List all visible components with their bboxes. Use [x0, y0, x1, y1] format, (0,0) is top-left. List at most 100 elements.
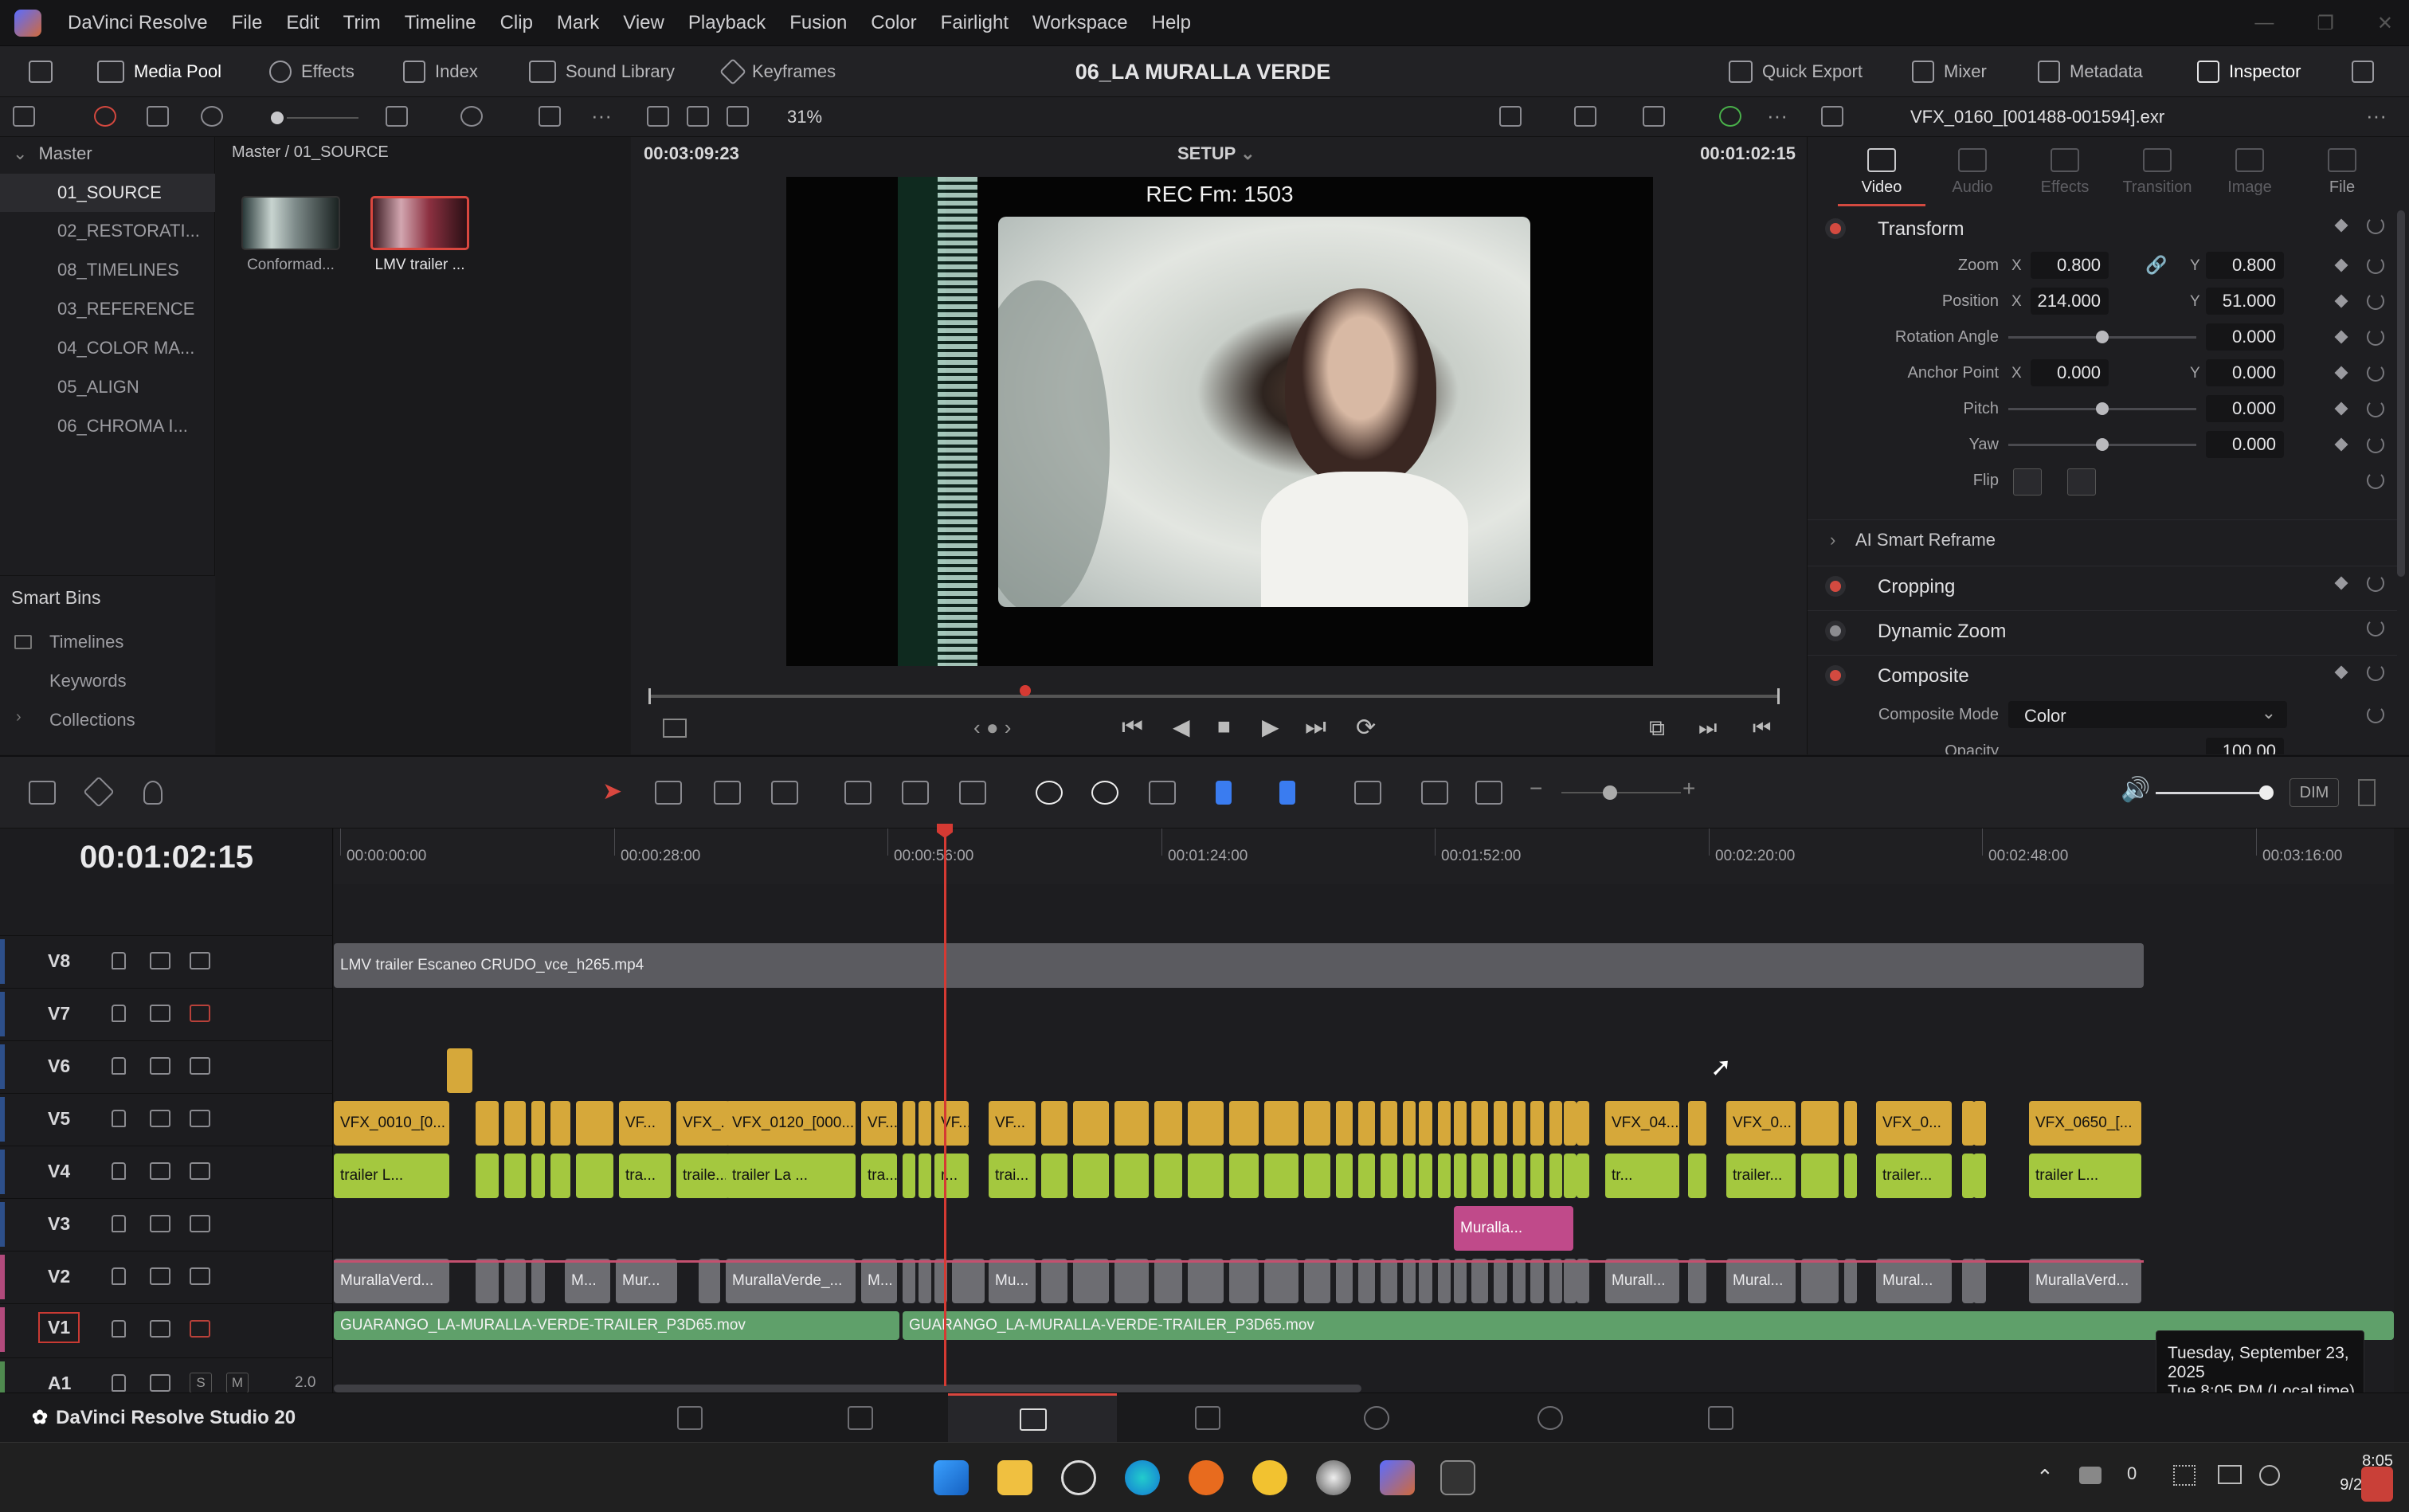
jog-icon[interactable]: ‹ ● › [973, 715, 1011, 740]
sort-icon[interactable] [539, 106, 561, 127]
v3-clip[interactable] [1336, 1154, 1353, 1198]
track-enable-icon[interactable] [190, 1267, 210, 1285]
flag-icon[interactable] [1216, 781, 1232, 805]
terminal-icon[interactable] [1440, 1460, 1475, 1495]
track-disabled-icon[interactable] [190, 1320, 210, 1338]
tab-image[interactable]: Image [2206, 148, 2293, 197]
viewer-mode-dropdown[interactable]: SETUP ⌄ [1177, 143, 1255, 164]
v3-clip[interactable] [1304, 1154, 1330, 1198]
v3-clip[interactable]: trailer L... [2029, 1154, 2141, 1198]
menu-clip[interactable]: Clip [488, 0, 545, 46]
network-icon[interactable] [2259, 1465, 2280, 1486]
auto-select-icon[interactable] [150, 1162, 170, 1180]
v1-clip[interactable] [1188, 1259, 1224, 1303]
v3-clip[interactable]: trailer La ... [726, 1154, 856, 1198]
v3-clip[interactable] [1358, 1154, 1375, 1198]
menu-fusion[interactable]: Fusion [778, 0, 859, 46]
v1-clip[interactable] [1264, 1259, 1299, 1303]
tab-audio[interactable]: Audio [1929, 148, 2016, 197]
v1-clip[interactable] [1438, 1259, 1451, 1303]
keyframe-icon[interactable] [2334, 294, 2348, 308]
zoom-x-field[interactable]: 0.800 [2031, 252, 2109, 279]
v1-clip[interactable] [1381, 1259, 1397, 1303]
v4-clip[interactable] [1801, 1101, 1839, 1146]
v3-clip[interactable] [1264, 1154, 1299, 1198]
v4-clip[interactable]: VFX_0010_[0... [334, 1101, 449, 1146]
v1-clip[interactable] [504, 1259, 526, 1303]
tray-shield-icon[interactable] [2079, 1467, 2102, 1484]
keyframe-icon[interactable] [2334, 330, 2348, 344]
position-y-field[interactable]: 51.000 [2206, 288, 2284, 315]
v1-clip[interactable] [1454, 1259, 1467, 1303]
v1-clip[interactable] [1041, 1259, 1067, 1303]
quick-export-button[interactable]: Quick Export [1729, 46, 1863, 97]
dynamic-zoom-section[interactable]: Dynamic Zoom [1808, 610, 2397, 650]
filmstrip-icon[interactable] [727, 106, 749, 127]
blender-icon[interactable] [1316, 1460, 1351, 1495]
v3-clip[interactable] [1073, 1154, 1109, 1198]
v1-clip[interactable] [1336, 1259, 1353, 1303]
v3-clip[interactable]: trailer L... [334, 1154, 449, 1198]
v1-clip[interactable]: M... [565, 1259, 610, 1303]
media-page-icon[interactable] [677, 1406, 703, 1430]
v3-clip[interactable] [1403, 1154, 1416, 1198]
powerpoint-icon[interactable] [1189, 1460, 1224, 1495]
volume-knob[interactable] [2259, 785, 2274, 800]
reset-icon[interactable] [2367, 364, 2384, 382]
v4-clip[interactable]: VF... [989, 1101, 1036, 1146]
play-reverse-icon[interactable]: ◀ [1173, 714, 1190, 740]
dynamic-zoom-enable-toggle[interactable] [1830, 625, 1841, 637]
bin-item[interactable]: 08_TIMELINES [0, 251, 215, 289]
v1-clip[interactable] [1358, 1259, 1375, 1303]
inspector-options-icon[interactable]: ··· [2366, 104, 2387, 128]
v3-clip[interactable] [504, 1154, 526, 1198]
custom-zoom-icon[interactable] [1475, 781, 1502, 805]
v1-clip[interactable] [1073, 1259, 1109, 1303]
v4-clip[interactable] [576, 1101, 613, 1146]
v3-clip[interactable] [1419, 1154, 1432, 1198]
auto-select-icon[interactable] [150, 1374, 170, 1392]
timeline-scrollbar[interactable] [334, 1385, 1361, 1393]
lock-icon[interactable] [112, 1267, 126, 1285]
v3-clip[interactable] [1471, 1154, 1488, 1198]
v3-clip[interactable]: traile... [676, 1154, 730, 1198]
auto-select-icon[interactable] [150, 1110, 170, 1127]
timeline-tracks[interactable]: LMV trailer Escaneo CRUDO_vce_h265.mp4 VF… [334, 884, 2394, 1451]
play-icon[interactable]: ▶ [1262, 714, 1279, 740]
menu-view[interactable]: View [611, 0, 676, 46]
maximize-icon[interactable]: ❐ [2317, 12, 2334, 35]
reset-icon[interactable] [2367, 217, 2384, 234]
file-explorer-icon[interactable] [997, 1460, 1032, 1495]
track-enable-icon[interactable] [190, 952, 210, 969]
lock-icon[interactable] [112, 1005, 126, 1022]
menu-edit[interactable]: Edit [274, 0, 331, 46]
volume-slider[interactable] [2156, 792, 2267, 794]
a1-clip[interactable]: GUARANGO_LA-MURALLA-VERDE-TRAILER_P3D65.… [334, 1311, 899, 1340]
timeline-options-icon[interactable] [29, 781, 56, 805]
v3-clip[interactable]: tr... [1605, 1154, 1679, 1198]
v4-clip[interactable] [550, 1101, 570, 1146]
index-button[interactable]: Index [403, 46, 478, 97]
rotation-field[interactable]: 0.000 [2206, 323, 2284, 351]
v1-clip[interactable] [531, 1259, 545, 1303]
davinci-resolve-icon[interactable] [1380, 1460, 1415, 1495]
bin-item[interactable]: 05_ALIGN [0, 368, 215, 406]
opacity-field[interactable]: 100.00 [2206, 738, 2284, 754]
edit-page-tab[interactable] [948, 1393, 1117, 1443]
clip-thumbnail[interactable] [370, 196, 469, 250]
menu-file[interactable]: File [220, 0, 275, 46]
v1-clip[interactable] [1688, 1259, 1706, 1303]
v1-clip[interactable] [1801, 1259, 1839, 1303]
zoom-out-icon[interactable]: − [1530, 776, 1542, 801]
link-icon[interactable]: 🔗 [2145, 255, 2167, 276]
v3-clip[interactable] [1973, 1154, 1986, 1198]
scrubber-playhead[interactable] [1020, 685, 1031, 696]
go-to-start-icon[interactable]: ⏮ [1122, 714, 1143, 741]
v4-clip[interactable] [531, 1101, 545, 1146]
v3-clip[interactable]: tra... [861, 1154, 897, 1198]
lock-icon[interactable] [112, 952, 126, 969]
v4-clip[interactable] [1073, 1101, 1109, 1146]
v4-clip[interactable] [476, 1101, 499, 1146]
overwrite-clip-icon[interactable] [902, 781, 929, 805]
layout-icon[interactable] [13, 106, 35, 127]
